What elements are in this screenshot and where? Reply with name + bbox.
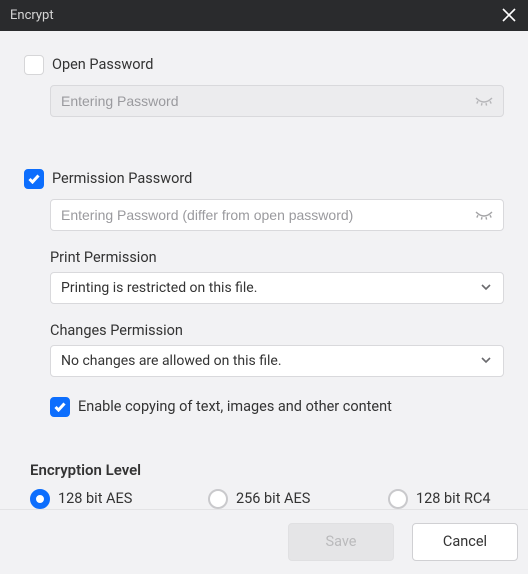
- cancel-button[interactable]: Cancel: [412, 523, 518, 561]
- permission-password-label: Permission Password: [52, 170, 192, 187]
- enable-copy-label: Enable copying of text, images and other…: [78, 398, 392, 415]
- chevron-down-icon: [480, 281, 494, 295]
- radio-label-256-aes: 256 bit AES: [236, 490, 310, 507]
- print-permission-select[interactable]: Printing is restricted on this file.: [50, 272, 504, 304]
- encryption-level-title: Encryption Level: [30, 461, 504, 479]
- open-password-checkbox[interactable]: [24, 55, 44, 75]
- eye-closed-icon[interactable]: [474, 205, 494, 225]
- radio-256-aes[interactable]: [208, 489, 228, 509]
- open-password-label: Open Password: [52, 56, 153, 73]
- changes-permission-select[interactable]: No changes are allowed on this file.: [50, 345, 504, 377]
- dialog-footer: Save Cancel: [0, 509, 528, 574]
- radio-label-128-rc4: 128 bit RC4: [416, 490, 491, 507]
- save-button: Save: [288, 523, 394, 561]
- open-password-input: [50, 85, 504, 117]
- radio-128-rc4[interactable]: [388, 489, 408, 509]
- print-permission-label: Print Permission: [50, 249, 504, 266]
- close-button[interactable]: [500, 6, 518, 24]
- changes-permission-label: Changes Permission: [50, 322, 504, 339]
- radio-128-aes[interactable]: [30, 489, 50, 509]
- enable-copy-checkbox[interactable]: [50, 397, 70, 417]
- eye-closed-icon: [474, 91, 494, 111]
- encryption-level-group: 128 bit AES 256 bit AES 128 bit RC4: [30, 489, 504, 509]
- dialog-title: Encrypt: [10, 8, 500, 23]
- chevron-down-icon: [480, 354, 494, 368]
- permission-password-input[interactable]: [50, 199, 504, 231]
- title-bar: Encrypt: [0, 0, 528, 31]
- close-icon: [502, 8, 516, 22]
- print-permission-value: Printing is restricted on this file.: [61, 280, 257, 296]
- changes-permission-value: No changes are allowed on this file.: [61, 353, 282, 369]
- permission-password-checkbox[interactable]: [24, 169, 44, 189]
- dialog-body: Open Password Permission Password Print …: [0, 31, 528, 509]
- radio-label-128-aes: 128 bit AES: [58, 490, 132, 507]
